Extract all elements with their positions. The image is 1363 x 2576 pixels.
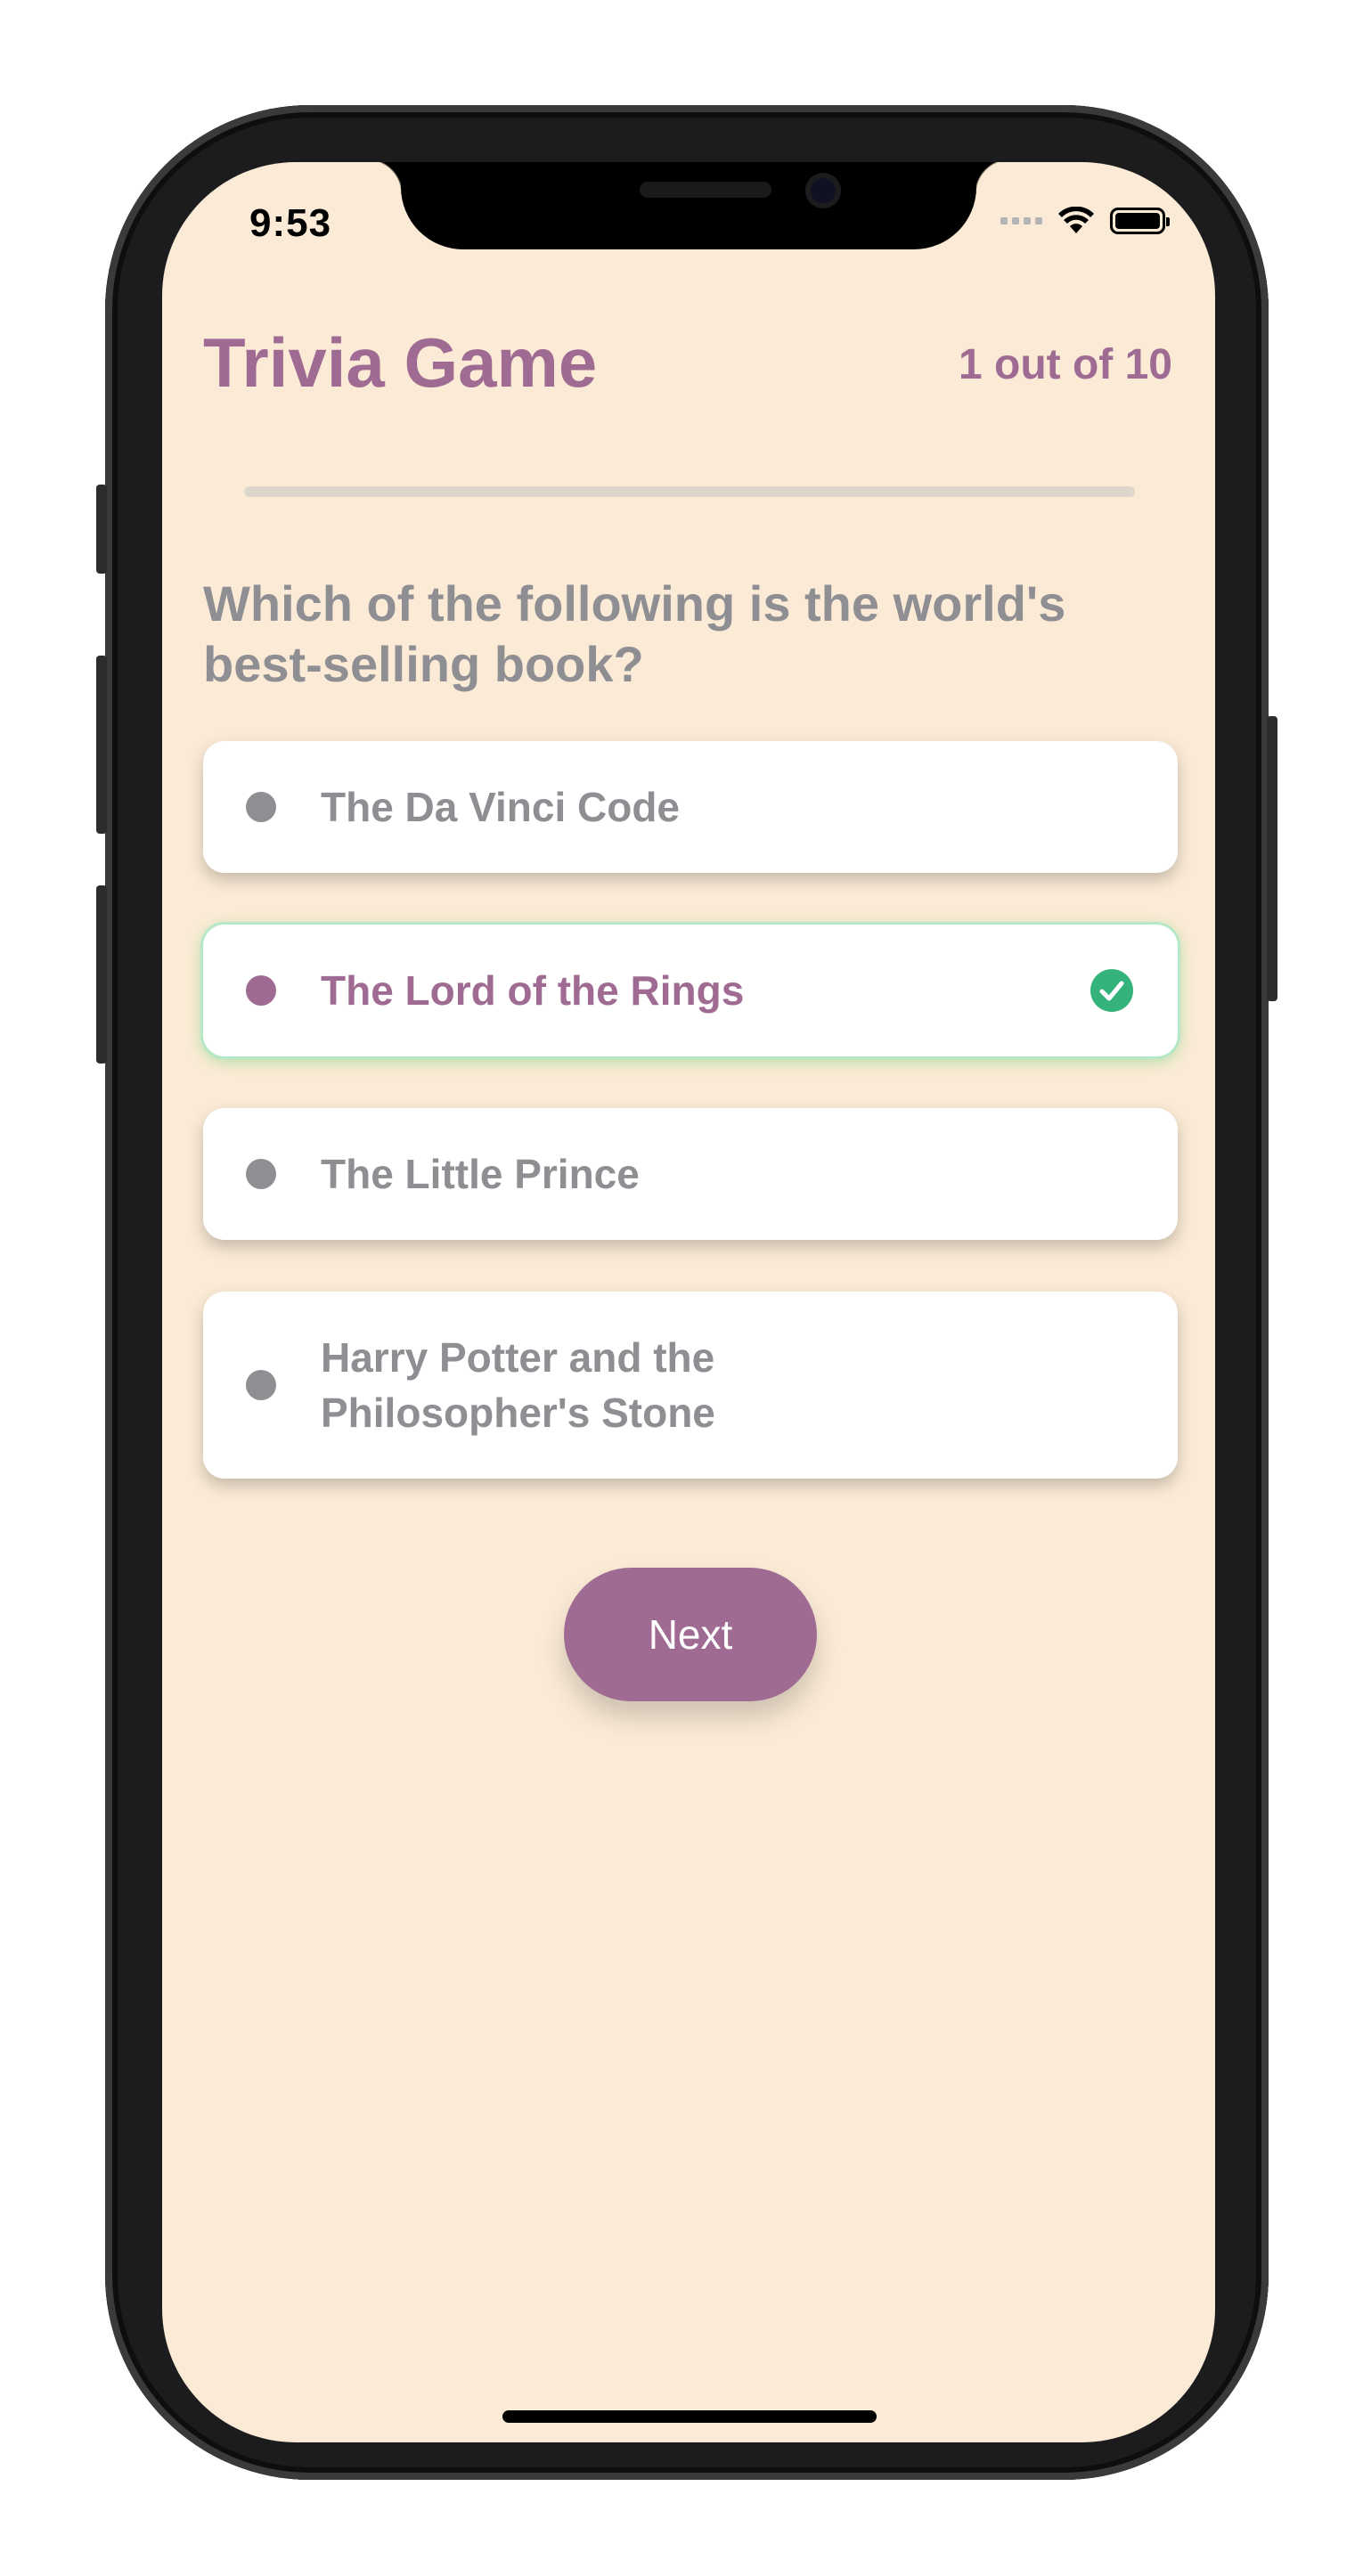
- answer-option-selected[interactable]: The Lord of the Rings: [203, 925, 1178, 1056]
- page-title: Trivia Game: [203, 323, 598, 402]
- cellular-signal-icon: [1000, 217, 1042, 224]
- status-icons: [1000, 207, 1170, 235]
- volume-up-button: [96, 656, 107, 834]
- progress-bar: [244, 486, 1135, 497]
- device-notch: [367, 162, 1010, 249]
- volume-down-button: [96, 885, 107, 1064]
- question-text: Which of the following is the world's be…: [203, 575, 1066, 692]
- app-screen: 9:53 Trivia Game 1 out of 10 Which of th…: [162, 162, 1215, 2442]
- answer-label: The Lord of the Rings: [321, 967, 745, 1014]
- answer-label: The Little Prince: [321, 1151, 640, 1197]
- answer-bullet: [246, 975, 276, 1006]
- answer-option[interactable]: The Little Prince: [203, 1108, 1178, 1240]
- answer-label: The Da Vinci Code: [321, 784, 681, 830]
- answer-option[interactable]: Harry Potter and the Philosopher's Stone: [203, 1292, 1178, 1479]
- question-counter: 1 out of 10: [958, 341, 1172, 388]
- wifi-icon: [1058, 207, 1094, 233]
- next-button[interactable]: Next: [564, 1568, 817, 1701]
- front-camera: [805, 173, 841, 208]
- battery-icon: [1110, 208, 1170, 234]
- answer-bullet: [246, 792, 276, 822]
- speaker-grille: [640, 182, 771, 198]
- power-button: [1267, 716, 1277, 1001]
- answer-bullet: [246, 1370, 276, 1400]
- home-indicator[interactable]: [502, 2410, 877, 2423]
- mute-switch: [96, 485, 107, 574]
- answer-bullet: [246, 1159, 276, 1189]
- answer-option[interactable]: The Da Vinci Code: [203, 741, 1178, 873]
- status-time: 9:53: [249, 201, 332, 245]
- answer-label: Harry Potter and the Philosopher's Stone: [321, 1334, 715, 1436]
- progress-bar-fill: [244, 486, 333, 497]
- checkmark-circle-icon: [1090, 969, 1133, 1012]
